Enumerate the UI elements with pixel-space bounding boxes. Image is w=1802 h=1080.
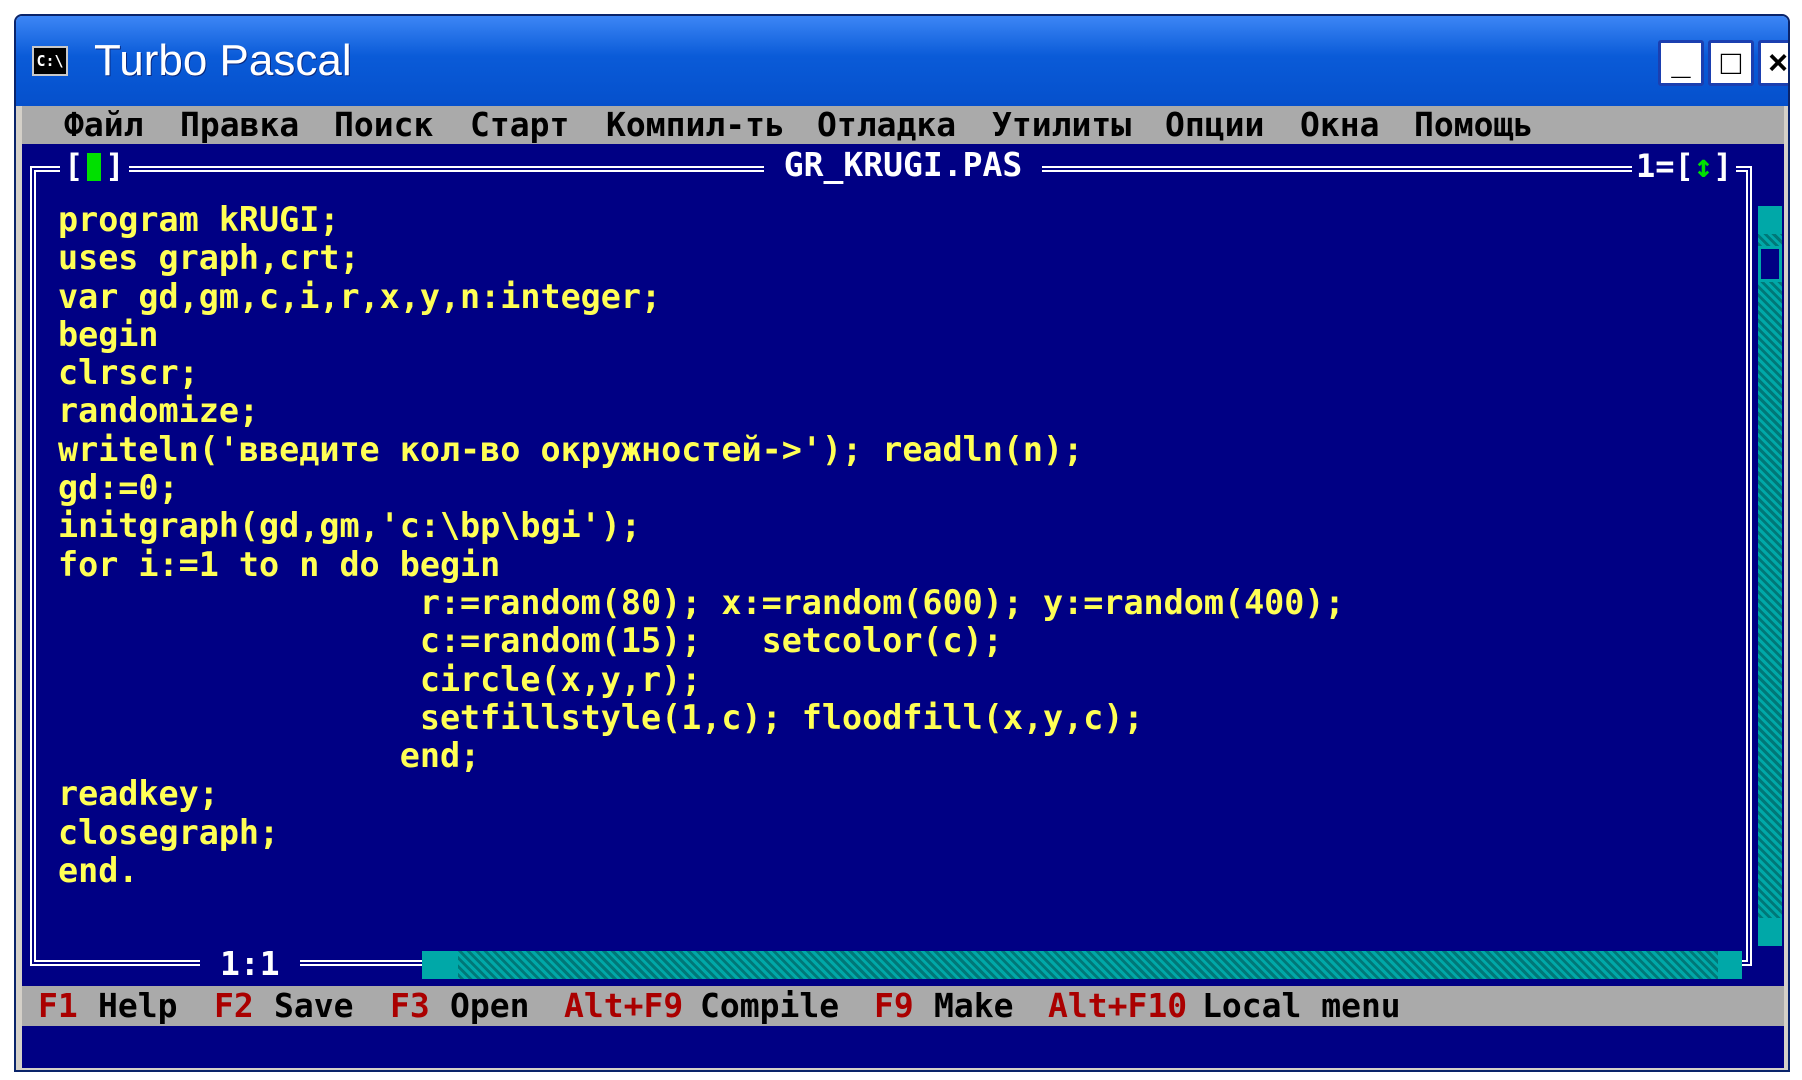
vertical-scroll-thumb[interactable] <box>1758 246 1782 282</box>
status-f2-label[interactable]: Save <box>274 986 353 1026</box>
menu-window[interactable]: Окна <box>1300 106 1379 144</box>
close-box-close: ] <box>105 147 125 185</box>
app-window: C:\ Turbo Pascal _ □ × Файл Правка Поиск… <box>14 14 1790 1072</box>
menu-bar: Файл Правка Поиск Старт Компил-ть Отладк… <box>22 106 1784 144</box>
status-f1-key[interactable]: F1 <box>38 986 78 1026</box>
status-altf9-key[interactable]: Alt+F9 <box>564 986 683 1026</box>
close-box-open: [ <box>64 147 84 185</box>
menu-run[interactable]: Старт <box>470 106 569 144</box>
menu-compile[interactable]: Компил-ть <box>606 106 785 144</box>
cursor-position: 1:1 <box>200 946 300 982</box>
maximize-button[interactable]: □ <box>1708 40 1754 86</box>
code-editor[interactable]: program kRUGI; uses graph,crt; var gd,gm… <box>58 200 1345 890</box>
window-title: Turbo Pascal <box>94 36 352 85</box>
ide-screen: Файл Правка Поиск Старт Компил-ть Отладк… <box>22 106 1784 1068</box>
window-number: 1=[↕] <box>1632 147 1737 185</box>
status-altf10-label[interactable]: Local menu <box>1202 986 1401 1026</box>
menu-edit[interactable]: Правка <box>180 106 299 144</box>
editor-filename: GR_KRUGI.PAS <box>763 145 1043 184</box>
status-altf10-key[interactable]: Alt+F10 <box>1048 986 1187 1026</box>
menu-tools[interactable]: Утилиты <box>992 106 1131 144</box>
window-number-label: 1=[ <box>1636 147 1694 185</box>
horizontal-scroll-thumb[interactable] <box>422 951 458 979</box>
menu-search[interactable]: Поиск <box>334 106 433 144</box>
title-bar[interactable]: C:\ Turbo Pascal _ □ × <box>16 16 1788 106</box>
console-icon[interactable]: C:\ <box>32 46 68 76</box>
menu-debug[interactable]: Отладка <box>817 106 956 144</box>
menu-help[interactable]: Помощь <box>1414 106 1533 144</box>
close-button[interactable]: × <box>1758 40 1788 86</box>
status-f3-key[interactable]: F3 <box>390 986 430 1026</box>
close-square-icon[interactable] <box>87 153 102 181</box>
editor-close-box[interactable]: [] <box>60 148 129 184</box>
status-f9-key[interactable]: F9 <box>874 986 914 1026</box>
vertical-scrollbar[interactable] <box>1758 206 1782 946</box>
menu-options[interactable]: Опции <box>1165 106 1264 144</box>
window-number-end: ] <box>1713 147 1733 185</box>
status-f9-label[interactable]: Make <box>934 986 1013 1026</box>
resize-arrow-icon[interactable]: ↕ <box>1694 147 1713 185</box>
status-f3-label[interactable]: Open <box>450 986 529 1026</box>
scroll-down-icon[interactable] <box>1758 918 1782 946</box>
status-bar: F1 Help F2 Save F3 Open Alt+F9 Compile F… <box>22 986 1784 1026</box>
status-altf9-label[interactable]: Compile <box>700 986 839 1026</box>
menu-file[interactable]: Файл <box>64 106 143 144</box>
scroll-right-icon[interactable] <box>1718 951 1742 979</box>
editor-title: GR_KRUGI.PAS <box>22 145 1784 184</box>
scroll-up-icon[interactable] <box>1758 206 1782 234</box>
status-f2-key[interactable]: F2 <box>214 986 254 1026</box>
horizontal-scrollbar[interactable] <box>422 951 1742 979</box>
status-f1-label[interactable]: Help <box>98 986 177 1026</box>
minimize-button[interactable]: _ <box>1658 40 1704 86</box>
